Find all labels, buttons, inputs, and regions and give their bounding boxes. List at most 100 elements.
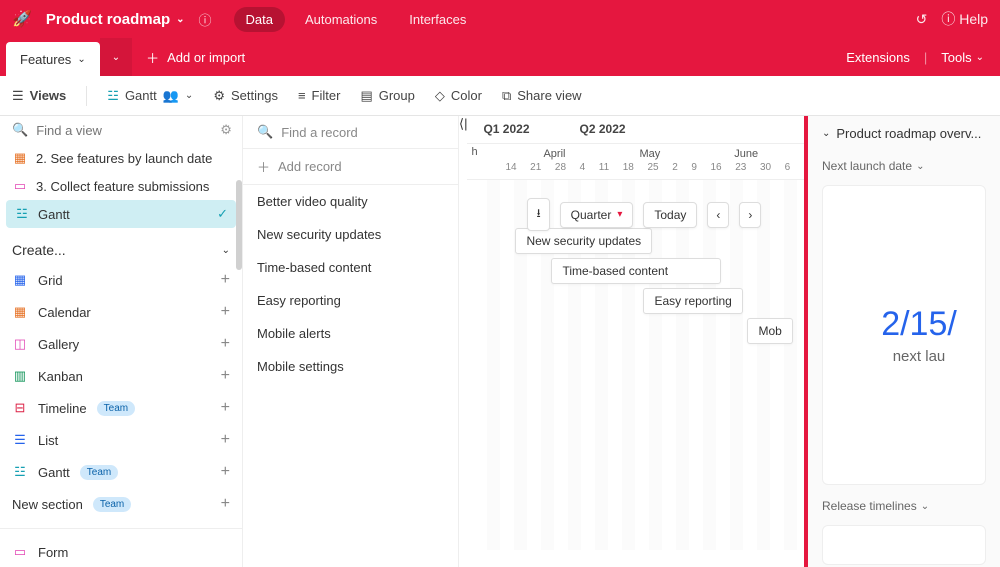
record-item[interactable]: Mobile settings: [243, 350, 458, 383]
history-icon[interactable]: ↺: [916, 11, 928, 28]
users-icon: 👥: [163, 88, 179, 104]
create-kanban[interactable]: ▥ Kanban +: [0, 360, 242, 392]
day-label: 2: [672, 162, 678, 173]
ext-title: Product roadmap overv...: [836, 126, 981, 141]
check-icon: ✓: [217, 206, 228, 222]
today-button[interactable]: Today: [643, 202, 697, 228]
create-item-label: New section: [12, 497, 83, 512]
plus-icon: ＋: [257, 157, 270, 176]
create-list[interactable]: ☰ List +: [0, 424, 242, 456]
scrollbar-thumb[interactable]: [236, 180, 242, 270]
column-resize-handle[interactable]: ⟨|: [459, 116, 467, 567]
create-form[interactable]: ▭ Form: [0, 537, 242, 567]
create-label: Create...: [12, 242, 66, 258]
sidebar-view-submissions[interactable]: ▭ 3. Collect feature submissions: [0, 172, 242, 200]
chevron-down-icon: ⌄: [976, 52, 984, 63]
prev-button[interactable]: ‹: [707, 202, 729, 228]
add-or-import-button[interactable]: ＋ Add or import: [132, 38, 259, 76]
launch-date-value: 2/15/: [881, 305, 957, 344]
gantt-body[interactable]: ⭳ Quarter ▾ Today ‹ › New security updat…: [467, 180, 804, 550]
launch-date-card: 2/15/ next lau: [822, 185, 986, 485]
ext-panel-header[interactable]: ⌄ Product roadmap overv...: [822, 126, 986, 141]
share-view-button[interactable]: ⧉ Share view: [502, 88, 582, 104]
create-section-toggle[interactable]: Create... ⌄: [0, 228, 242, 264]
day-label: 28: [555, 162, 566, 173]
group-button[interactable]: ▤ Group: [360, 88, 414, 104]
day-label: 18: [623, 162, 634, 173]
chevron-right-icon: ›: [748, 208, 752, 222]
add-record-button[interactable]: ＋ Add record: [243, 149, 458, 185]
record-search-placeholder[interactable]: Find a record: [281, 125, 358, 140]
create-gallery[interactable]: ◫ Gallery +: [0, 328, 242, 360]
base-title[interactable]: Product roadmap ⌄: [46, 11, 185, 28]
gantt-bar[interactable]: Easy reporting: [643, 288, 742, 314]
gantt-bar[interactable]: New security updates: [515, 228, 652, 254]
gantt-bar[interactable]: Time-based content: [551, 258, 721, 284]
gantt-icon: ☳: [14, 206, 30, 222]
tab-overflow-button[interactable]: ⌄: [100, 38, 132, 76]
tab-automations[interactable]: Automations: [293, 7, 389, 32]
chevron-down-icon: ⌄: [112, 52, 120, 63]
views-label: Views: [30, 88, 67, 103]
next-button[interactable]: ›: [739, 202, 761, 228]
top-tabs: Data Automations Interfaces: [234, 7, 479, 32]
search-icon: 🔍: [257, 124, 273, 140]
info-icon[interactable]: ⓘ: [199, 10, 212, 29]
day-label: 21: [530, 162, 541, 173]
sidebar-view-gantt[interactable]: ☳ Gantt ✓: [6, 200, 236, 228]
search-icon: 🔍: [12, 122, 28, 138]
view-type-gantt[interactable]: ☳ Gantt 👥 ⌄: [107, 88, 193, 104]
next-launch-section[interactable]: Next launch date ⌄: [822, 159, 986, 173]
create-gantt[interactable]: ☳ Gantt Team +: [0, 456, 242, 488]
tab-data[interactable]: Data: [234, 7, 285, 32]
view-search-input[interactable]: [36, 123, 212, 138]
create-item-label: List: [38, 433, 58, 448]
record-item[interactable]: Mobile alerts: [243, 317, 458, 350]
day-label: 23: [735, 162, 746, 173]
menu-icon: ☰: [12, 88, 24, 104]
top-bar: 🚀 Product roadmap ⌄ ⓘ Data Automations I…: [0, 0, 1000, 38]
kanban-icon: ▥: [12, 368, 28, 384]
create-item-label: Gantt: [38, 465, 70, 480]
plus-icon: +: [221, 495, 230, 513]
record-item[interactable]: Better video quality: [243, 185, 458, 218]
gantt-label: Gantt: [125, 88, 157, 103]
create-grid[interactable]: ▦ Grid +: [0, 264, 242, 296]
chevron-left-icon: ‹: [716, 208, 720, 222]
tools-button[interactable]: Tools ⌄: [941, 50, 984, 65]
grid-icon: ▦: [12, 272, 28, 288]
record-item[interactable]: Easy reporting: [243, 284, 458, 317]
table-tab-features[interactable]: Features ⌄: [6, 42, 100, 76]
day-label: 6: [785, 162, 791, 173]
help-button[interactable]: ⓘ Help: [941, 9, 988, 29]
settings-button[interactable]: ⚙ Settings: [213, 88, 278, 104]
tab-interfaces[interactable]: Interfaces: [397, 7, 478, 32]
record-list: 🔍 Find a record ＋ Add record Better vide…: [243, 116, 459, 567]
color-button[interactable]: ◇ Color: [435, 88, 482, 104]
share-label: Share view: [517, 88, 581, 103]
share-icon: ⧉: [502, 88, 511, 104]
create-timeline[interactable]: ⊟ Timeline Team +: [0, 392, 242, 424]
release-timelines-section[interactable]: Release timelines ⌄: [822, 499, 986, 513]
record-item[interactable]: New security updates: [243, 218, 458, 251]
download-button[interactable]: ⭳: [527, 198, 549, 231]
time-unit-label: Quarter: [571, 208, 612, 222]
day-label: 30: [760, 162, 771, 173]
time-unit-select[interactable]: Quarter ▾: [560, 202, 634, 228]
views-sidebar: 🔍 ⚙ ▦ 2. See features by launch date ▭ 3…: [0, 116, 243, 567]
add-record-label: Add record: [278, 159, 342, 174]
extensions-panel: ⌄ Product roadmap overv... Next launch d…: [808, 116, 1000, 567]
create-new-section[interactable]: New section Team +: [0, 488, 242, 520]
sidebar-view-launch-date[interactable]: ▦ 2. See features by launch date: [0, 144, 242, 172]
chevron-down-icon: ⌄: [921, 501, 929, 512]
gantt-icon: ☳: [12, 464, 28, 480]
filter-button[interactable]: ≡ Filter: [298, 88, 340, 103]
gear-icon[interactable]: ⚙: [220, 122, 232, 138]
gantt-bar[interactable]: Mob: [747, 318, 792, 344]
main-content: 🔍 ⚙ ▦ 2. See features by launch date ▭ 3…: [0, 116, 1000, 567]
views-button[interactable]: ☰ Views: [12, 88, 66, 104]
group-label: Group: [379, 88, 415, 103]
extensions-button[interactable]: Extensions: [846, 50, 910, 65]
create-calendar[interactable]: ▦ Calendar +: [0, 296, 242, 328]
record-item[interactable]: Time-based content: [243, 251, 458, 284]
